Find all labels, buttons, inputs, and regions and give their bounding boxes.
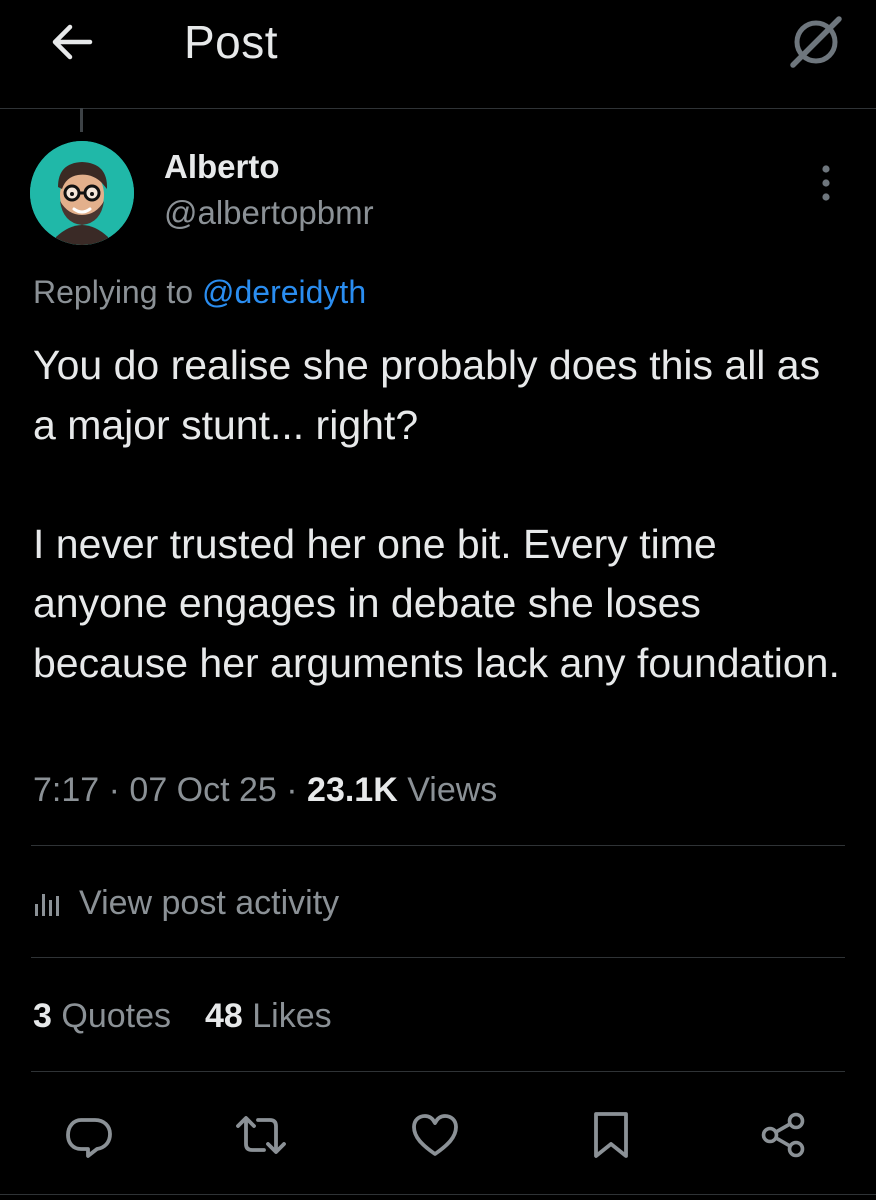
grok-button[interactable] bbox=[784, 12, 848, 72]
views-label: Views bbox=[397, 771, 498, 809]
reply-button[interactable] bbox=[54, 1100, 124, 1170]
page-title: Post bbox=[184, 16, 279, 68]
likes-count: 48 bbox=[205, 997, 243, 1035]
quotes-count: 3 bbox=[33, 997, 52, 1035]
views-count: 23.1K bbox=[307, 771, 398, 809]
bookmark-button[interactable] bbox=[576, 1100, 646, 1170]
bar-chart-icon bbox=[33, 888, 63, 918]
action-bar bbox=[0, 1100, 876, 1170]
likes-stat[interactable]: 48 Likes bbox=[205, 994, 332, 1038]
avatar-illustration bbox=[30, 141, 134, 245]
author-name[interactable]: Alberto bbox=[164, 146, 280, 188]
divider bbox=[0, 1194, 876, 1195]
repost-button[interactable] bbox=[226, 1100, 296, 1170]
meta-separator: · bbox=[276, 771, 308, 809]
engagement-stats: 3 Quotes 48 Likes bbox=[33, 994, 332, 1038]
author-handle[interactable]: @albertopbmr bbox=[164, 192, 374, 234]
post-text: You do realise she probably does this al… bbox=[33, 336, 843, 693]
reply-mention-link[interactable]: @dereidyth bbox=[202, 274, 366, 310]
reply-icon bbox=[66, 1118, 112, 1158]
more-vertical-icon bbox=[822, 165, 830, 201]
arrow-left-icon bbox=[52, 24, 93, 60]
like-button[interactable] bbox=[400, 1100, 470, 1170]
share-icon bbox=[761, 1112, 805, 1158]
repost-icon bbox=[236, 1116, 286, 1154]
post-time: 7:17 bbox=[33, 771, 100, 809]
post-paragraph: You do realise she probably does this al… bbox=[33, 342, 821, 448]
more-options-button[interactable] bbox=[810, 158, 842, 208]
replying-to-label: Replying to bbox=[33, 274, 202, 310]
divider bbox=[31, 1071, 845, 1072]
grok-icon bbox=[790, 16, 842, 68]
quotes-label: Quotes bbox=[51, 997, 171, 1035]
top-bar: Post bbox=[0, 0, 876, 109]
post-date: 07 Oct 25 bbox=[129, 771, 277, 809]
post-paragraph: I never trusted her one bit. Every time … bbox=[33, 520, 840, 686]
divider bbox=[31, 845, 845, 846]
view-post-activity-label: View post activity bbox=[79, 883, 340, 922]
share-button[interactable] bbox=[748, 1100, 818, 1170]
heart-icon bbox=[412, 1114, 458, 1156]
avatar[interactable] bbox=[30, 141, 134, 245]
back-button[interactable] bbox=[40, 14, 104, 70]
divider bbox=[31, 957, 845, 958]
thread-connector-line bbox=[80, 108, 83, 132]
replying-to: Replying to @dereidyth bbox=[33, 270, 366, 314]
likes-label: Likes bbox=[242, 997, 332, 1035]
quotes-stat[interactable]: 3 Quotes bbox=[33, 994, 171, 1038]
meta-separator: · bbox=[99, 771, 130, 809]
bookmark-icon bbox=[594, 1112, 628, 1158]
post-meta: 7:17 · 07 Oct 25 · 23.1K Views bbox=[33, 768, 497, 812]
view-post-activity-button[interactable]: View post activity bbox=[33, 878, 339, 928]
